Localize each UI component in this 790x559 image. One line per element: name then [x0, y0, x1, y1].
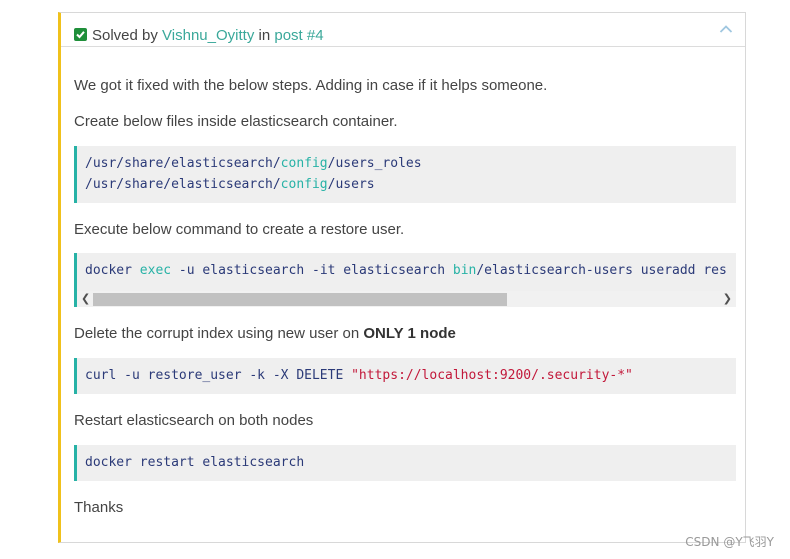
post-link[interactable]: post #4 [274, 27, 323, 44]
paragraph-execute: Execute below command to create a restor… [74, 221, 405, 238]
paragraph-delete: Delete the corrupt index using new user … [74, 325, 456, 342]
paragraph-create-files: Create below files inside elasticsearch … [74, 113, 398, 130]
scroll-left-icon[interactable]: ❮ [81, 293, 90, 304]
solution-card: Solved by Vishnu_Oyitty in post #4 We go… [58, 12, 746, 543]
code-line: docker restart elasticsearch [85, 455, 305, 470]
solution-header: Solved by Vishnu_Oyitty in post #4 [61, 13, 745, 47]
code-line: docker exec -u elasticsearch -it elastic… [85, 263, 727, 278]
in-word: in [258, 27, 271, 44]
paragraph-thanks: Thanks [74, 499, 124, 516]
code-block-curl: curl -u restore_user -k -X DELETE "https… [74, 358, 736, 394]
code-line: /usr/share/elasticsearch/config/users_ro… [85, 156, 422, 171]
horizontal-scrollbar[interactable]: ❮ ❯ [77, 291, 736, 307]
code-block-restart: docker restart elasticsearch [74, 445, 736, 481]
scrollbar-thumb[interactable] [93, 293, 507, 306]
author-link[interactable]: Vishnu_Oyitty [162, 27, 254, 44]
code-line: /usr/share/elasticsearch/config/users [85, 177, 375, 192]
code-block-useradd: docker exec -u elasticsearch -it elastic… [74, 253, 736, 307]
paragraph-restart: Restart elasticsearch on both nodes [74, 412, 314, 429]
solved-prefix: Solved by [92, 27, 158, 44]
solved-by-line: Solved by Vishnu_Oyitty in post #4 [74, 27, 324, 45]
csdn-watermark: CSDN @Y飞羽Y [685, 535, 774, 549]
paragraph-intro: We got it fixed with the below steps. Ad… [74, 77, 548, 94]
check-square-icon [74, 28, 87, 41]
scroll-right-icon[interactable]: ❯ [723, 293, 732, 304]
bold-only-one-node: ONLY 1 node [363, 325, 456, 342]
code-line: curl -u restore_user -k -X DELETE "https… [85, 368, 633, 383]
code-block-files: /usr/share/elasticsearch/config/users_ro… [74, 146, 736, 203]
chevron-up-icon[interactable] [719, 24, 733, 34]
